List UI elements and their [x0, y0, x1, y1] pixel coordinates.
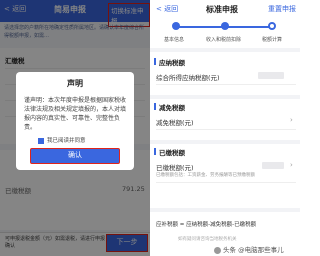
watermark: 头条 @电脑那些事儿 [214, 244, 284, 254]
paid-amount-label[interactable]: 已缴税额(元) [156, 162, 194, 172]
step-dot-icon [221, 22, 229, 30]
watermark-logo-icon [214, 246, 221, 254]
chevron-right-icon[interactable]: › [290, 161, 293, 169]
dialog-body: 谨声明：本次年度申报是根据国家税收法律法规及相关规定填报的，本人对填报内容的真实… [24, 97, 127, 131]
paid-amount-value [262, 162, 284, 169]
declaration-dialog: 声明 谨声明：本次年度申报是根据国家税收法律法规及相关规定填报的，本人对填报内容… [16, 72, 134, 170]
simple-declaration-screen: < 返回 简易申报 切换标准申报 请选择您的户籍所在地确定性质所属地区。请确认本… [0, 0, 150, 256]
section-separator [150, 208, 300, 212]
step-label: 税额计算 [262, 37, 283, 43]
standard-declaration-screen: < 返回 标准申报 重置申报 基本信息 收入和税前扣除 税额计算 应纳税额 综合… [150, 0, 300, 256]
chevron-right-icon[interactable]: › [290, 116, 293, 124]
back-button[interactable]: < 返回 [156, 4, 178, 14]
reset-button[interactable]: 重置申报 [268, 4, 296, 14]
section-title: 已缴税额 [159, 149, 185, 157]
step-dot-icon [172, 22, 180, 30]
divider [156, 182, 296, 183]
confirm-button[interactable]: 确认 [30, 148, 120, 164]
section-separator [150, 48, 300, 52]
checkbox-icon[interactable] [38, 137, 44, 144]
watermark-text: 头条 @电脑那些事儿 [223, 246, 284, 254]
section-separator [150, 95, 300, 99]
section-marker [154, 58, 156, 65]
section-marker [154, 103, 156, 110]
taxable-amount-label[interactable]: 综合所得应纳税额(元) [156, 72, 220, 82]
section-title: 应纳税额 [159, 59, 185, 67]
paid-amount-note: 已缴税额包括：工资薪金、劳务报酬等已预缴税额 [156, 173, 255, 178]
page-title: 标准申报 [206, 5, 238, 14]
section-title: 减免税额 [159, 104, 185, 112]
step-label: 基本信息 [164, 37, 185, 43]
taxable-amount-value [258, 72, 284, 79]
section-marker [154, 148, 156, 155]
step-dot-icon [268, 22, 276, 30]
bottom-hint: 如有疑问请咨询当地税务机关 [178, 237, 237, 242]
step-label: 收入和税前扣除 [206, 37, 242, 43]
section-separator [150, 140, 300, 144]
deduction-amount-label[interactable]: 减免税额(元) [156, 117, 194, 127]
checkbox-label: 我已阅读并同意 [47, 138, 86, 144]
refund-formula: 应补税额 = 应纳税额-减免税额-已缴税额 [156, 222, 257, 228]
dialog-title: 声明 [67, 79, 83, 88]
agree-checkbox[interactable]: 我已阅读并同意 [38, 136, 86, 144]
divider [156, 129, 296, 130]
divider [156, 84, 296, 85]
